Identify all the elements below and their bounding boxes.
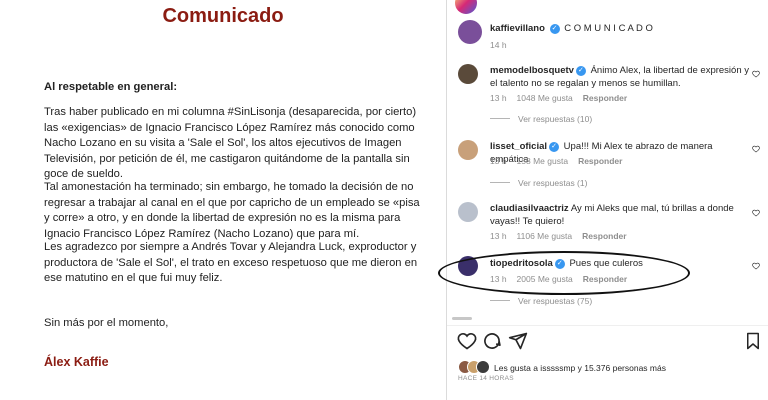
scroll-indicator: [452, 317, 472, 320]
post-time-ago: HACE 14 HORAS: [458, 375, 514, 382]
bookmark-icon[interactable]: [744, 331, 762, 351]
reply-button[interactable]: Responder: [578, 156, 622, 166]
comment-username[interactable]: lisset_oficial: [490, 141, 547, 152]
verified-icon: ✓: [575, 66, 586, 76]
caption-age: 14 h: [490, 40, 507, 50]
comment-likes[interactable]: 1106 Me gusta: [517, 231, 573, 241]
document-paragraph-1: Tras haber publicado en mi columna #SinL…: [44, 106, 417, 180]
verified-icon: ✓: [549, 24, 560, 34]
comment-item: claudiasilvaactriz Ay mi Aleks que mal, …: [490, 202, 750, 228]
comment-avatar[interactable]: [458, 140, 478, 160]
heart-icon[interactable]: [752, 145, 760, 153]
heart-icon[interactable]: [752, 209, 760, 217]
highlight-circle: [438, 251, 690, 295]
comment-avatar[interactable]: [458, 202, 478, 222]
comment-icon[interactable]: [482, 331, 502, 351]
view-replies-link[interactable]: Ver respuestas (1): [490, 178, 587, 188]
likes-summary: Les gusta a isssssmp y 15.376 personas m…: [458, 360, 666, 376]
likes-text[interactable]: Les gusta a isssssmp y 15.376 personas m…: [494, 363, 666, 373]
view-replies-link[interactable]: Ver respuestas (75): [490, 296, 592, 306]
like-heart-icon[interactable]: [457, 331, 477, 351]
profile-avatar[interactable]: [455, 0, 477, 14]
heart-icon[interactable]: [752, 70, 760, 78]
reply-button[interactable]: Responder: [582, 231, 626, 241]
comment-age: 13 h: [490, 156, 507, 166]
document-title: Comunicado: [162, 5, 284, 27]
document-paragraph-2: Tal amonestación ha terminado; sin embar…: [44, 181, 420, 240]
post-caption: kaffievillano ✓ C O M U N I C A D O: [490, 22, 653, 35]
comment-age: 13 h: [490, 93, 507, 103]
comment-age: 13 h: [490, 231, 507, 241]
actions-divider: [447, 325, 768, 326]
share-icon[interactable]: [508, 331, 528, 351]
heart-icon[interactable]: [752, 262, 760, 270]
comment-likes[interactable]: 1048 Me gusta: [517, 93, 573, 103]
comment-username[interactable]: claudiasilvaactriz: [490, 203, 569, 214]
verified-icon: ✓: [549, 142, 560, 152]
comment-item: memodelbosquetv ✓ Ánimo Alex, la libertad…: [490, 64, 750, 90]
statement-document: Comunicado Al respetable en general: Tra…: [0, 0, 446, 400]
view-replies-link[interactable]: Ver respuestas (10): [490, 114, 592, 124]
comment-avatar[interactable]: [458, 64, 478, 84]
document-signature: Álex Kaffie: [44, 355, 109, 369]
comment-meta: 13 h 158 Me gusta Responder: [490, 156, 632, 166]
author-username[interactable]: kaffievillano: [490, 23, 545, 34]
liker-avatars: [458, 360, 490, 376]
document-paragraph-3: Les agradezco por siempre a Andrés Tovar…: [44, 241, 418, 284]
comment-likes[interactable]: 158 Me gusta: [517, 156, 569, 166]
document-closing: Sin más por el momento,: [44, 317, 169, 329]
caption-text: C O M U N I C A D O: [564, 23, 653, 34]
comment-meta: 13 h 1106 Me gusta Responder: [490, 231, 637, 241]
comment-username[interactable]: memodelbosquetv: [490, 65, 574, 76]
reply-button[interactable]: Responder: [583, 93, 627, 103]
comment-meta: 13 h 1048 Me gusta Responder: [490, 93, 637, 103]
document-greeting: Al respetable en general:: [44, 81, 178, 93]
author-avatar[interactable]: [458, 20, 482, 44]
